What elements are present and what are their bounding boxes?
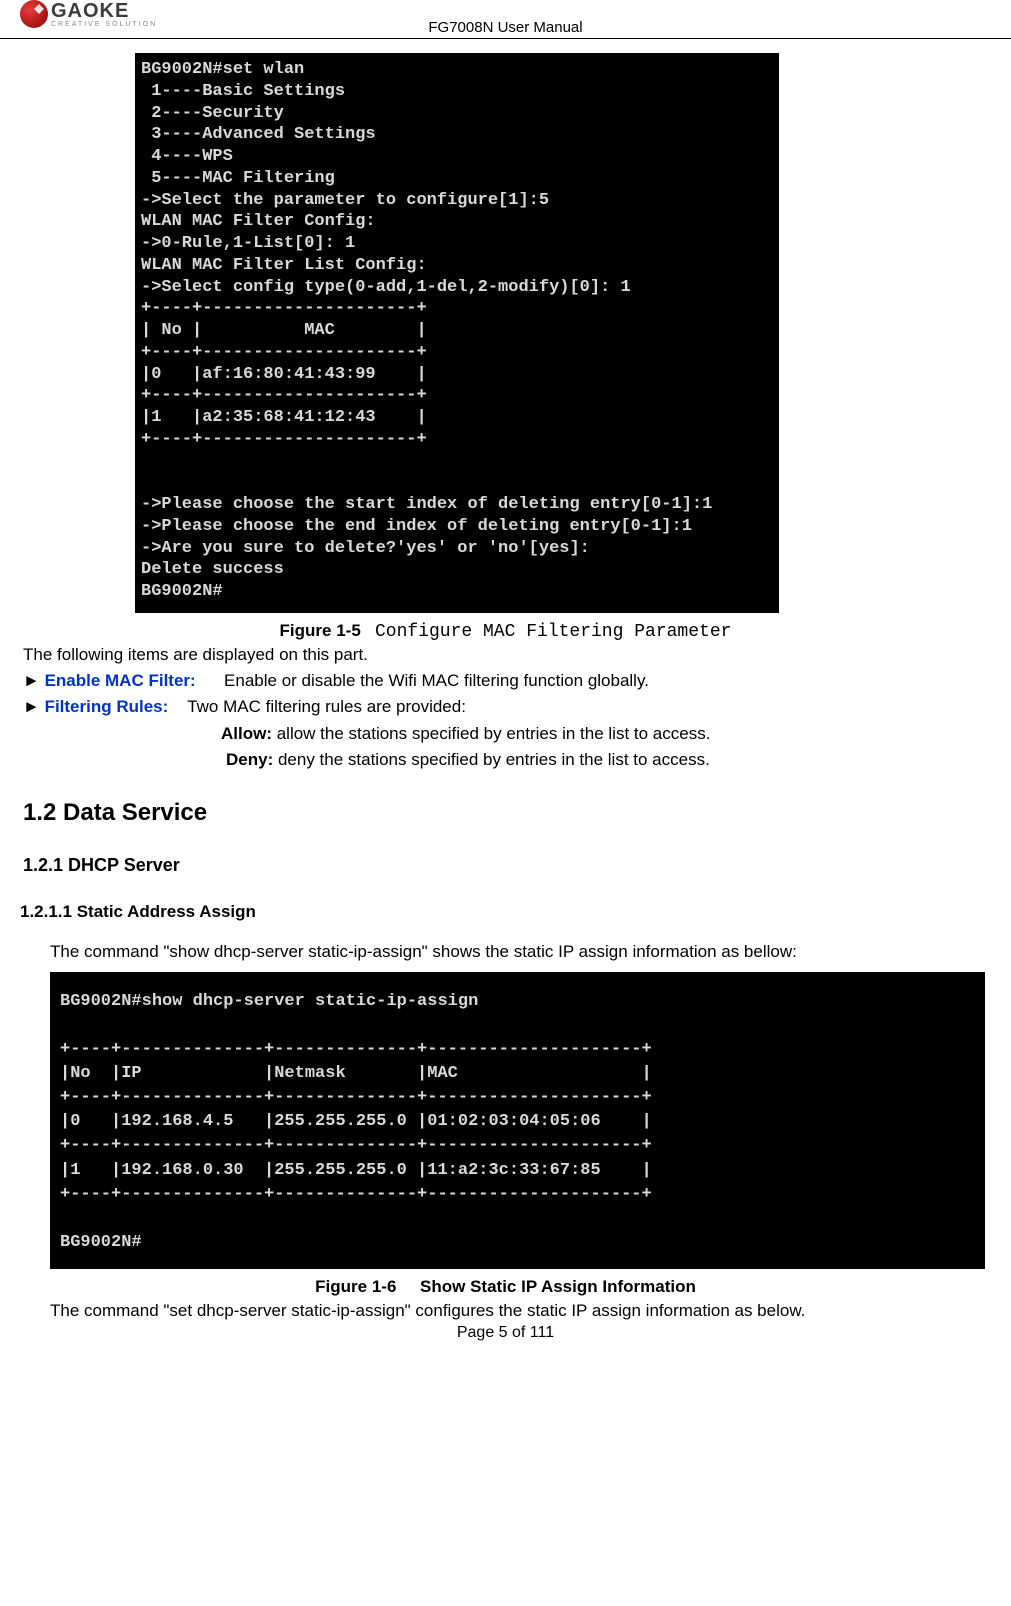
document-title: FG7008N User Manual	[428, 19, 582, 36]
figure-title: Show Static IP Assign Information	[420, 1277, 696, 1296]
terminal-screenshot-mac-filter: BG9002N#set wlan 1----Basic Settings 2--…	[135, 53, 779, 613]
text-enable-mac-filter: Enable or disable the Wifi MAC filtering…	[224, 671, 649, 690]
item-filtering-rules: ► Filtering Rules: Two MAC filtering rul…	[23, 694, 996, 720]
figure-1-6-caption: Figure 1-6 Show Static IP Assign Informa…	[15, 1277, 996, 1297]
figure-title: Configure MAC Filtering Parameter	[375, 622, 731, 642]
text-filtering-rules: Two MAC filtering rules are provided:	[187, 697, 466, 716]
paragraph-show-dhcp: The command "show dhcp-server static-ip-…	[15, 938, 996, 965]
intro-line: The following items are displayed on thi…	[23, 642, 996, 668]
terminal-screenshot-static-ip: BG9002N#show dhcp-server static-ip-assig…	[50, 972, 985, 1269]
heading-1-2: 1.2 Data Service	[23, 799, 996, 827]
paragraph-set-dhcp: The command "set dhcp-server static-ip-a…	[15, 1297, 996, 1324]
logo-subtitle: CREATIVE SOLUTION	[51, 21, 157, 28]
page-footer: Page 5 of 111	[15, 1324, 996, 1342]
item-enable-mac-filter: ► Enable MAC Filter: Enable or disable t…	[23, 668, 996, 694]
logo-icon	[20, 0, 48, 28]
logo: GAOKE CREATIVE SOLUTION	[20, 0, 157, 28]
label-enable-mac-filter: Enable MAC Filter:	[45, 671, 196, 690]
label-filtering-rules: Filtering Rules:	[45, 697, 169, 716]
page-header: GAOKE CREATIVE SOLUTION FG7008N User Man…	[0, 0, 1011, 39]
figure-1-5-caption: Figure 1-5 Configure MAC Filtering Param…	[15, 621, 996, 642]
figure-label: Figure 1-5	[280, 621, 361, 640]
rule-allow: Allow: allow the stations specified by e…	[23, 721, 996, 747]
logo-title: GAOKE	[51, 1, 157, 21]
rule-deny: Deny: deny the stations specified by ent…	[23, 747, 996, 773]
allow-text: allow the stations specified by entries …	[272, 724, 710, 743]
description-block: The following items are displayed on thi…	[15, 642, 996, 774]
deny-text: deny the stations specified by entries i…	[273, 750, 710, 769]
deny-label: Deny:	[226, 750, 273, 769]
heading-1-2-1: 1.2.1 DHCP Server	[23, 855, 996, 876]
page-content: BG9002N#set wlan 1----Basic Settings 2--…	[0, 39, 1011, 1342]
allow-label: Allow:	[221, 724, 272, 743]
figure-label: Figure 1-6	[315, 1277, 396, 1296]
heading-1-2-1-1: 1.2.1.1 Static Address Assign	[20, 902, 996, 922]
